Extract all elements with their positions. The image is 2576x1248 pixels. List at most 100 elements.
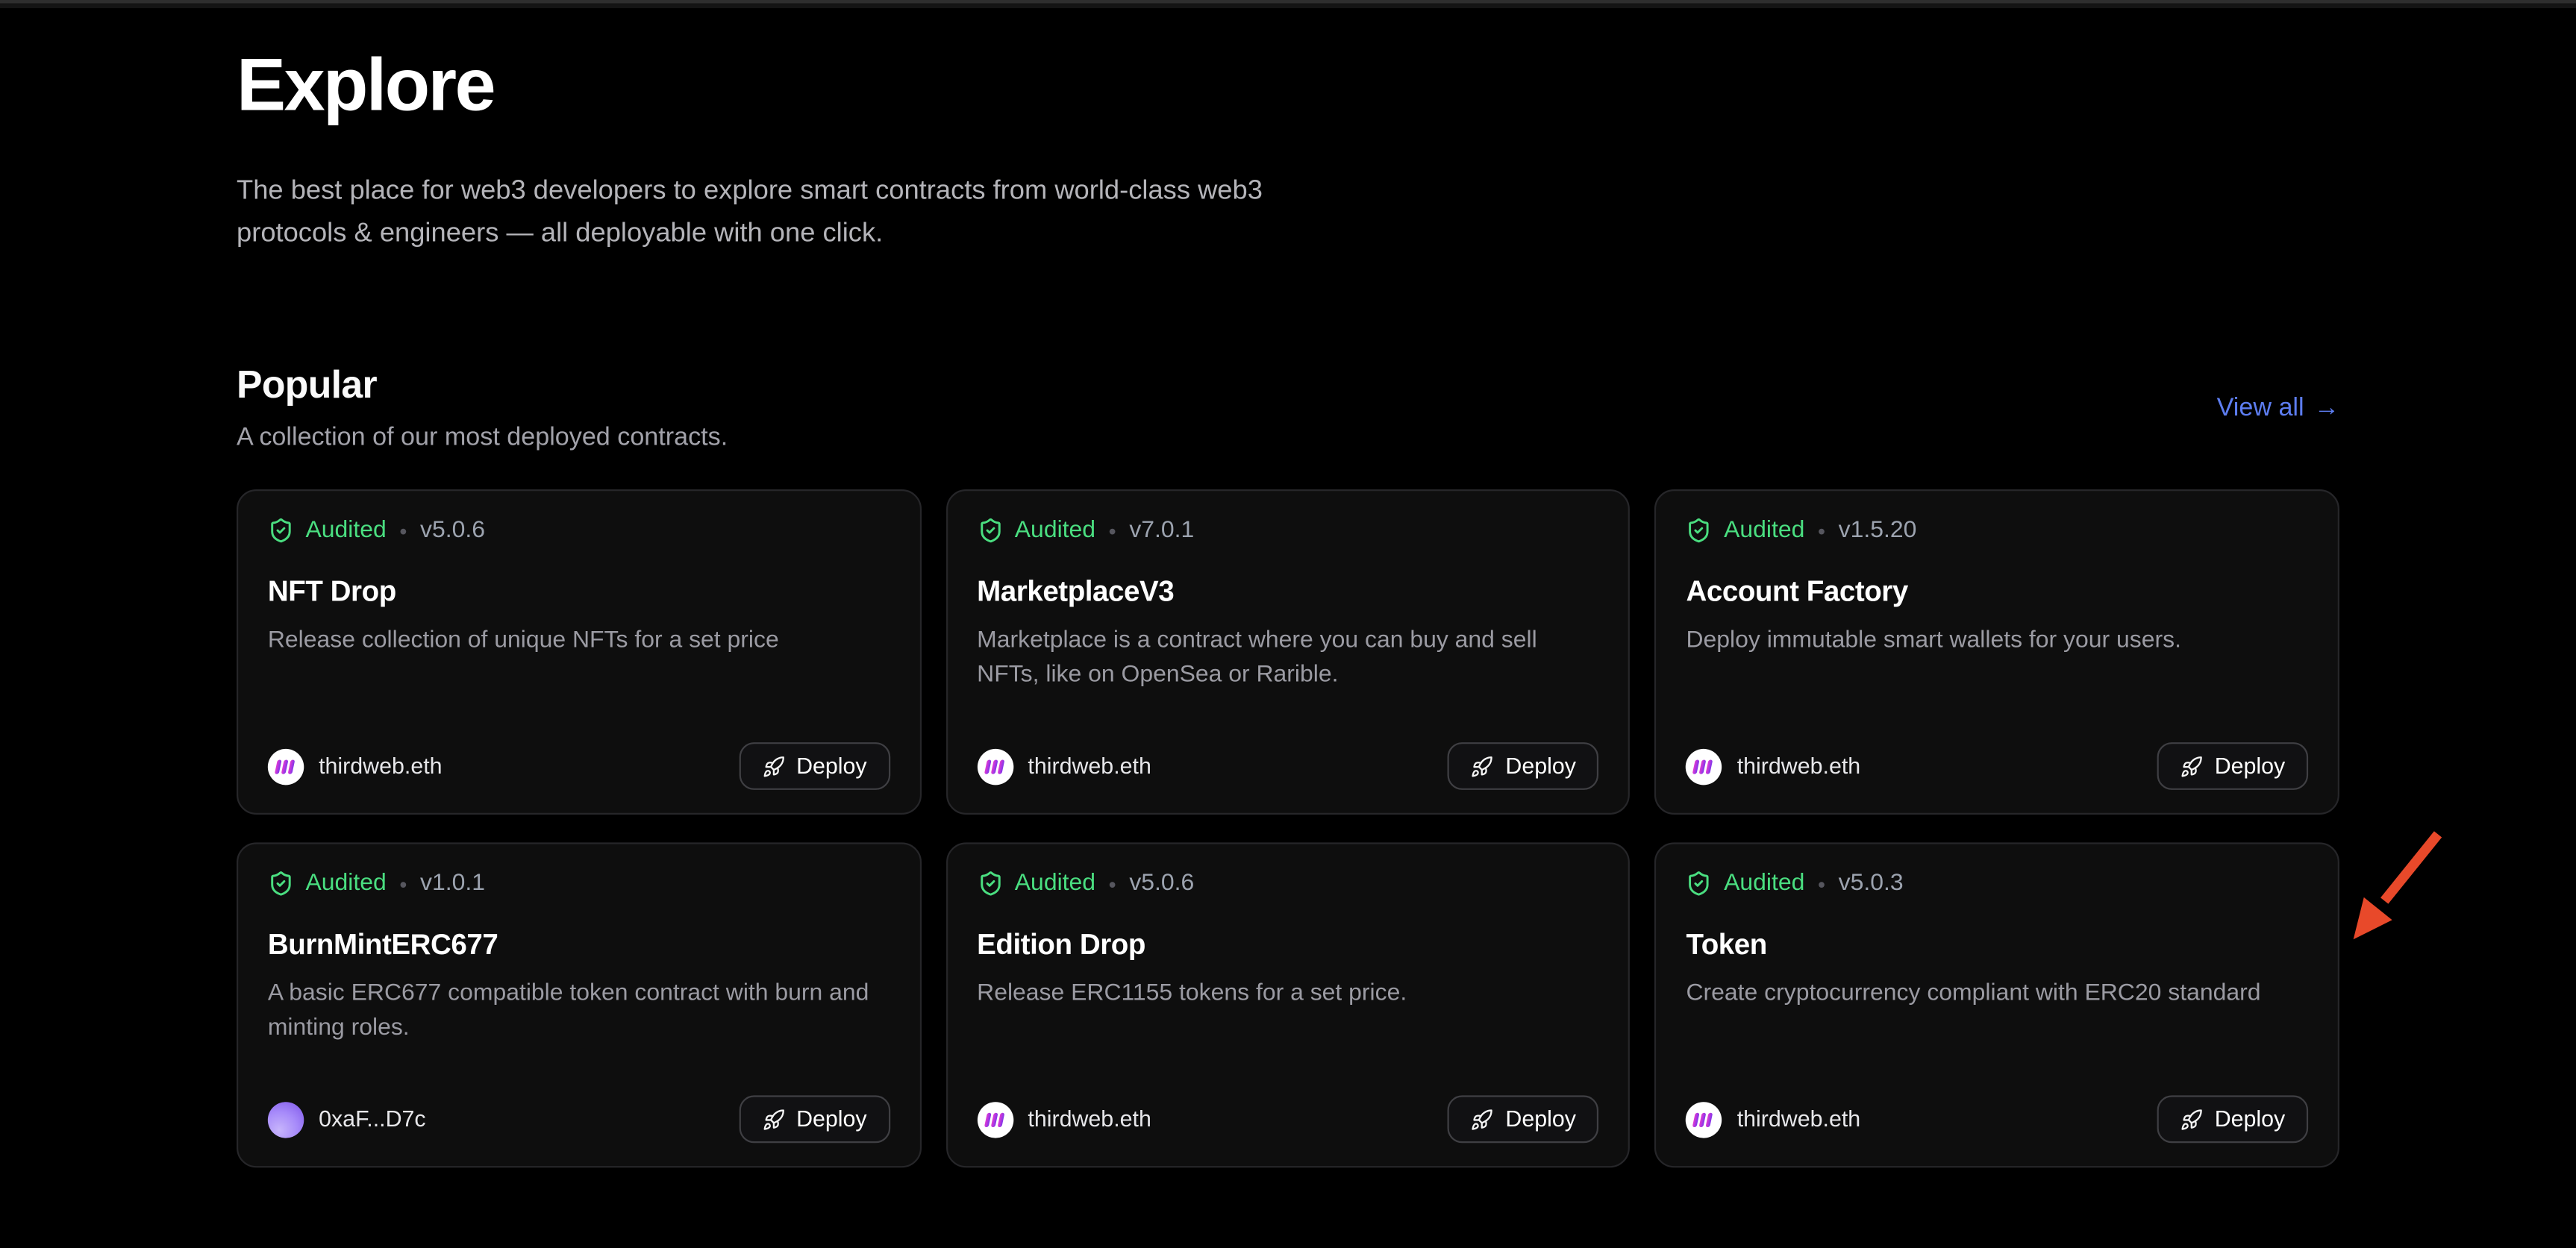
view-all-link[interactable]: View all → [2217,394,2339,424]
deploy-button-label: Deploy [796,1107,867,1132]
version-label: v5.0.6 [1129,871,1194,897]
cards-grid: Audited • v5.0.6 NFT Drop Release collec… [237,489,2339,1167]
badge-separator-dot: • [1109,518,1116,543]
publisher-link[interactable]: thirdweb.eth [1686,1101,1860,1137]
version-label: v1.0.1 [420,871,485,897]
deploy-button-label: Deploy [2215,754,2286,779]
audited-badge: Audited [305,871,386,897]
publisher-name: thirdweb.eth [319,754,442,779]
shield-check-icon [977,871,1003,897]
version-label: v5.0.3 [1839,871,1904,897]
publisher-avatar [977,1101,1013,1137]
rocket-icon [762,1108,785,1131]
audited-badge: Audited [1015,518,1095,544]
card-badge-row: Audited • v5.0.3 [1686,871,2308,897]
badge-separator-dot: • [1109,871,1116,896]
explore-page: Explore The best place for web3 develope… [0,0,2576,1248]
publisher-link[interactable]: 0xaF...D7c [268,1101,426,1137]
card-footer: thirdweb.eth Deploy [1686,1096,2308,1144]
deploy-button-label: Deploy [1505,754,1576,779]
card-badge-row: Audited • v1.0.1 [268,871,890,897]
deploy-button[interactable]: Deploy [739,742,890,790]
publisher-link[interactable]: thirdweb.eth [977,1101,1151,1137]
contract-description: Release collection of unique NFTs for a … [268,624,890,659]
view-all-label: View all [2217,394,2304,424]
publisher-link[interactable]: thirdweb.eth [977,748,1151,784]
contract-card[interactable]: Audited • v7.0.1 MarketplaceV3 Marketpla… [945,489,1630,815]
red-arrow-annotation [2346,826,2445,944]
contract-description: Release ERC1155 tokens for a set price. [977,977,1599,1012]
badge-separator-dot: • [399,518,407,543]
deploy-button[interactable]: Deploy [2157,1096,2308,1144]
shield-check-icon [1686,518,1712,544]
popular-subheading: A collection of our most deployed contra… [237,424,728,454]
publisher-name: 0xaF...D7c [319,1107,426,1132]
card-badge-row: Audited • v7.0.1 [977,518,1599,544]
contract-description: Deploy immutable smart wallets for your … [1686,624,2308,659]
card-badge-row: Audited • v5.0.6 [268,518,890,544]
audited-badge: Audited [305,518,386,544]
audited-badge: Audited [1015,871,1095,897]
version-label: v7.0.1 [1129,518,1194,544]
arrow-right-icon: → [2314,394,2339,424]
publisher-link[interactable]: thirdweb.eth [1686,748,1860,784]
card-footer: thirdweb.eth Deploy [977,1096,1599,1144]
deploy-button[interactable]: Deploy [1448,1096,1598,1144]
page-subtitle: The best place for web3 developers to ex… [237,169,1347,255]
thirdweb-logo-icon [275,758,298,774]
contract-description: A basic ERC677 compatible token contract… [268,977,890,1047]
publisher-link[interactable]: thirdweb.eth [268,748,443,784]
contract-title: BurnMintERC677 [268,928,890,962]
badge-separator-dot: • [1818,871,1825,896]
deploy-button[interactable]: Deploy [739,1096,890,1144]
deploy-button-label: Deploy [2215,1107,2286,1132]
thirdweb-logo-icon [984,1111,1007,1128]
card-badge-row: Audited • v1.5.20 [1686,518,2308,544]
deploy-button-label: Deploy [796,754,867,779]
publisher-avatar [1686,1101,1722,1137]
page-title: Explore [237,43,2339,128]
audited-badge: Audited [1724,871,1804,897]
contract-card[interactable]: Audited • v5.0.6 NFT Drop Release collec… [237,489,921,815]
contract-title: Token [1686,928,2308,962]
contract-card[interactable]: Audited • v5.0.3 Token Create cryptocurr… [1655,843,2339,1168]
popular-heading: Popular [237,363,728,407]
publisher-name: thirdweb.eth [1028,1107,1151,1132]
card-footer: 0xaF...D7c Deploy [268,1096,890,1144]
shield-check-icon [977,518,1003,544]
contract-title: NFT Drop [268,575,890,609]
deploy-button-label: Deploy [1505,1107,1576,1132]
publisher-name: thirdweb.eth [1028,754,1151,779]
publisher-name: thirdweb.eth [1737,1107,1860,1132]
publisher-avatar [268,1101,304,1137]
rocket-icon [2180,1108,2203,1131]
contract-title: MarketplaceV3 [977,575,1599,609]
contract-title: Edition Drop [977,928,1599,962]
version-label: v1.5.20 [1839,518,1917,544]
deploy-button[interactable]: Deploy [2157,742,2308,790]
card-footer: thirdweb.eth Deploy [268,742,890,790]
shield-check-icon [268,871,294,897]
publisher-avatar [1686,748,1722,784]
badge-separator-dot: • [399,871,407,896]
rocket-icon [1471,1108,1494,1131]
contract-title: Account Factory [1686,575,2308,609]
publisher-avatar [268,748,304,784]
contract-card[interactable]: Audited • v1.5.20 Account Factory Deploy… [1655,489,2339,815]
contract-description: Marketplace is a contract where you can … [977,624,1599,694]
contract-card[interactable]: Audited • v5.0.6 Edition Drop Release ER… [945,843,1630,1168]
badge-separator-dot: • [1818,518,1825,543]
card-badge-row: Audited • v5.0.6 [977,871,1599,897]
version-label: v5.0.6 [420,518,485,544]
audited-badge: Audited [1724,518,1804,544]
shield-check-icon [1686,871,1712,897]
contract-card[interactable]: Audited • v1.0.1 BurnMintERC677 A basic … [237,843,921,1168]
card-footer: thirdweb.eth Deploy [977,742,1599,790]
card-footer: thirdweb.eth Deploy [1686,742,2308,790]
rocket-icon [2180,755,2203,778]
thirdweb-logo-icon [984,758,1007,774]
rocket-icon [1471,755,1494,778]
shield-check-icon [268,518,294,544]
deploy-button[interactable]: Deploy [1448,742,1598,790]
thirdweb-logo-icon [1692,758,1716,774]
